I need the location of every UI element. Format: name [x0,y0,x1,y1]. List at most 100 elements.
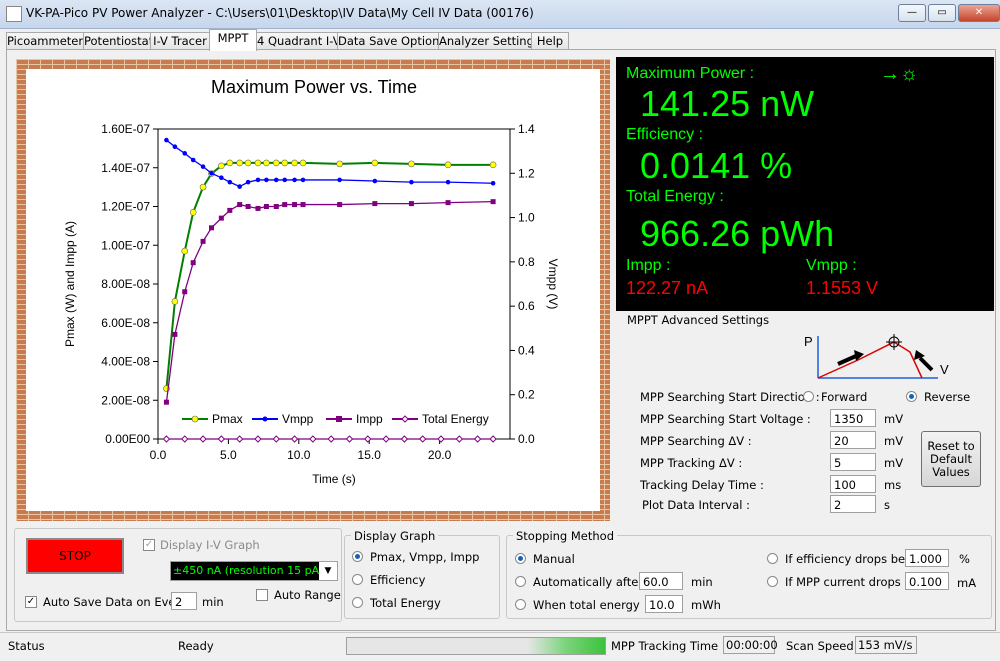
efficiency-label: Efficiency : [626,126,704,143]
pmax-point [181,247,189,255]
start-voltage-input[interactable]: 1350 [830,409,876,427]
stop-button[interactable]: STOP [26,538,124,574]
delay-label: Tracking Delay Time : [640,478,764,492]
track-dv-input[interactable]: 5 [830,453,876,471]
impp-point [227,207,233,213]
pmax-point [281,159,289,167]
close-button[interactable]: ✕ [958,4,1000,22]
y2-tick-label: 0.8 [518,255,535,269]
impp-point [292,202,298,208]
auto-save-input[interactable]: 2 [171,592,197,610]
plot-interval-input[interactable]: 2 [830,495,876,513]
stop-after-unit: min [691,575,713,589]
tab-help[interactable]: Help [531,32,569,50]
tab-data-save-options[interactable]: Data Save Options [337,32,445,50]
pmax-point [336,160,343,168]
advanced-settings-title: MPPT Advanced Settings [624,313,773,327]
search-dv-input[interactable]: 20 [830,431,876,449]
impp-point [200,238,206,244]
auto-save-label: Auto Save Data on Every [43,595,188,609]
stop-energy-label: When total energy [533,598,640,612]
stop-efficiency-radio[interactable] [767,553,778,564]
x-tick-label: 0.0 [150,448,167,462]
tab-4-quadrant-iv[interactable]: 4 Quadrant I-V [256,32,341,50]
stop-manual-radio[interactable] [515,553,526,564]
vmpp-point [255,177,261,183]
stopping-method-group: Stopping Method Manual Automatically aft… [506,529,992,619]
scan-speed-label: Scan Speed : [786,639,862,653]
y-tick-label: 4.00E-08 [101,355,150,369]
vmpp-point [337,177,342,183]
stop-efficiency-input[interactable]: 1.000 [905,549,949,567]
tab-picoammeter[interactable]: Picoammeter [6,32,84,50]
pmax-point [236,159,243,167]
tab-iv-tracer[interactable]: I-V Tracer [150,32,210,50]
start-voltage-label: MPP Searching Start Voltage : [640,412,811,426]
pmax-point [408,160,415,168]
y2-tick-label: 0.4 [518,343,535,357]
auto-save-checkbox[interactable]: ✓ [25,596,37,608]
vmpp-point [164,137,169,143]
graph-radio-energy[interactable] [352,597,363,608]
tab-mppt[interactable]: MPPT [209,29,257,51]
efficiency-value: 0.0141 % [640,145,793,186]
stop-energy-radio[interactable] [515,599,526,610]
forward-radio[interactable] [803,391,814,402]
y-tick-label: 2.00E-08 [101,393,150,407]
scan-speed-value: 153 mV/s [855,636,917,654]
legend-label: Vmpp [282,412,314,426]
direction-label: MPP Searching Start Direction : [640,390,820,404]
stop-after-input[interactable]: 60.0 [639,572,683,590]
y2-axis-label: Vmpp (V) [546,259,560,310]
pmax-point [371,159,379,167]
stop-energy-input[interactable]: 10.0 [645,595,683,613]
impp-point [263,204,269,209]
impp-label: Impp : [626,257,671,274]
track-dv-label: MPP Tracking ΔV : [640,456,743,470]
stop-current-input[interactable]: 0.100 [905,572,949,590]
auto-save-unit: min [202,595,224,609]
stop-current-radio[interactable] [767,576,778,587]
impp-point [445,200,451,206]
reverse-radio[interactable] [906,391,917,402]
pmax-point [218,162,225,170]
chart-area: Maximum Power vs. Time 0.0 5.0 10.0 15.0 20.… [26,69,600,511]
reset-defaults-button[interactable]: Reset to Default Values [921,431,981,487]
y2-tick-label: 0.2 [518,388,535,402]
maximize-button[interactable]: ▭ [928,4,956,22]
graph-option-efficiency: Efficiency [370,573,426,587]
minimize-button[interactable]: — [898,4,926,22]
vmpp-point [300,177,306,183]
search-dv-label: MPP Searching ΔV : [640,434,752,448]
auto-range-checkbox[interactable] [256,589,268,601]
x-tick-label: 15.0 [358,448,382,462]
tracking-time-label: MPP Tracking Time : [611,639,726,653]
vmpp-point [372,178,378,184]
x-tick-label: 5.0 [220,448,237,462]
y2-tick-label: 0.6 [518,299,535,313]
delay-input[interactable]: 100 [830,475,876,493]
stop-current-unit: mA [957,576,977,590]
light-icon: →☼ [880,63,919,85]
stop-current-label: If MPP current drops [785,575,901,589]
graph-radio-pmax[interactable] [352,551,363,562]
pmax-point [171,298,179,305]
tab-potentiostat[interactable]: Potentiostat [83,32,153,50]
display-iv-label: Display I-V Graph [160,538,260,552]
vmpp-point [172,144,178,150]
range-select[interactable]: ±450 nA (resolution 15 pA) ▼ [170,561,338,581]
track-dv-unit: mV [884,456,904,470]
pmax-point [444,161,452,169]
total-energy-value: 966.26 pWh [640,213,835,254]
graph-radio-efficiency[interactable] [352,574,363,585]
y-tick-label: 6.00E-08 [101,316,150,330]
stop-after-radio[interactable] [515,576,526,587]
impp-value: 122.27 nA [626,278,709,298]
impp-point [218,215,224,221]
impp-point [337,202,343,208]
tab-analyzer-settings[interactable]: Analyzer Settings [438,32,540,50]
display-iv-checkbox[interactable]: ✓ [143,539,155,551]
chevron-down-icon[interactable]: ▼ [319,562,337,580]
y2-tick-label: 1.2 [518,166,535,180]
vmpp-label: Vmpp : [806,257,857,274]
